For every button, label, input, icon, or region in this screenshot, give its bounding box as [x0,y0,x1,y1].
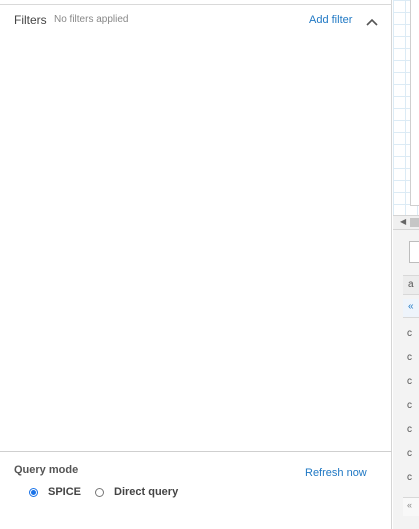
panel-top-divider [0,0,392,5]
filters-panel: Filters No filters applied Add filter Qu… [0,0,392,529]
add-filter-link[interactable]: Add filter [309,14,352,26]
table-header-text: a [408,279,414,290]
table-header-cell: a [403,275,419,295]
spice-label: SPICE [48,486,82,498]
table-row: c [407,400,412,411]
filters-header: Filters No filters applied Add filter [0,10,392,32]
horizontal-scrollbar[interactable]: ◀ [393,215,419,230]
spice-radio[interactable] [29,487,38,497]
table-row: c [407,328,412,339]
table-footer-text: « [407,500,413,510]
direct-query-label: Direct query [114,486,179,498]
visual-card[interactable] [410,0,419,206]
scroll-thumb[interactable] [410,218,419,227]
table-row: c [407,472,412,483]
spice-option[interactable]: SPICE [29,484,81,500]
table-row: c [407,352,412,363]
table-row: c [407,448,412,459]
refresh-now-link[interactable]: Refresh now [305,467,367,479]
app-window: Filters No filters applied Add filter Qu… [0,0,419,529]
table-footer-cell: « [403,497,419,516]
table-subheader-text: « [408,301,414,312]
filters-status: No filters applied [54,14,129,25]
chevron-left-icon[interactable]: ◀ [400,217,406,226]
query-mode-title: Query mode [14,464,79,476]
canvas-grid [393,0,419,215]
data-preview-strip: ◀ a « c c c c c c c « [393,0,419,529]
direct-query-option[interactable]: Direct query [95,484,178,500]
table-subheader-cell[interactable]: « [403,299,419,318]
table-row: c [407,376,412,387]
search-field[interactable] [409,241,419,263]
chevron-up-icon[interactable] [365,15,379,27]
filters-title: Filters [14,13,47,27]
direct-query-radio[interactable] [95,487,104,497]
table-row: c [407,424,412,435]
query-mode-section: Query mode Refresh now SPICE Direct quer… [0,451,392,529]
